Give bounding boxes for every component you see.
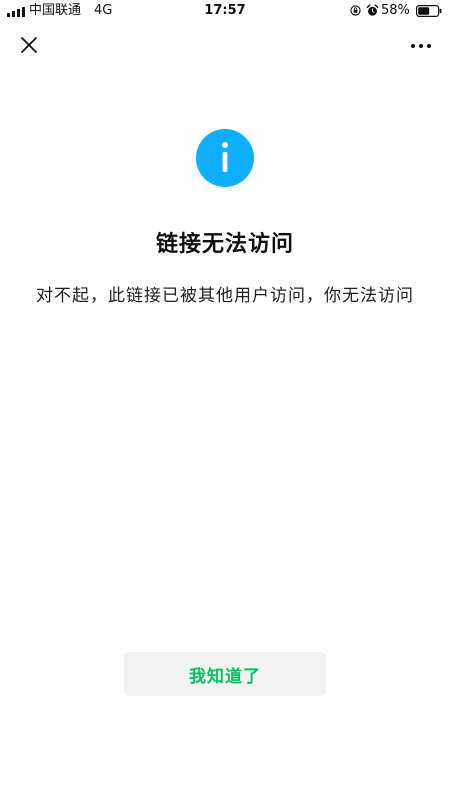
page-title: 链接无法访问	[155, 232, 294, 257]
status-bar: 中国联通 4G 17:57 58%	[0, 0, 450, 24]
alarm-clock-icon	[366, 4, 379, 16]
error-message: 对不起，此链接已被其他用户访问，你无法访问	[36, 286, 414, 306]
battery-percentage: 58%	[381, 3, 410, 18]
ok-button[interactable]: 我知道了	[124, 652, 326, 696]
more-options-button[interactable]	[406, 33, 436, 59]
battery-icon	[416, 5, 442, 17]
info-icon	[196, 129, 254, 187]
more-icon	[411, 44, 431, 48]
close-button[interactable]	[14, 33, 44, 59]
rotation-lock-icon	[350, 5, 361, 16]
close-icon	[21, 37, 37, 53]
